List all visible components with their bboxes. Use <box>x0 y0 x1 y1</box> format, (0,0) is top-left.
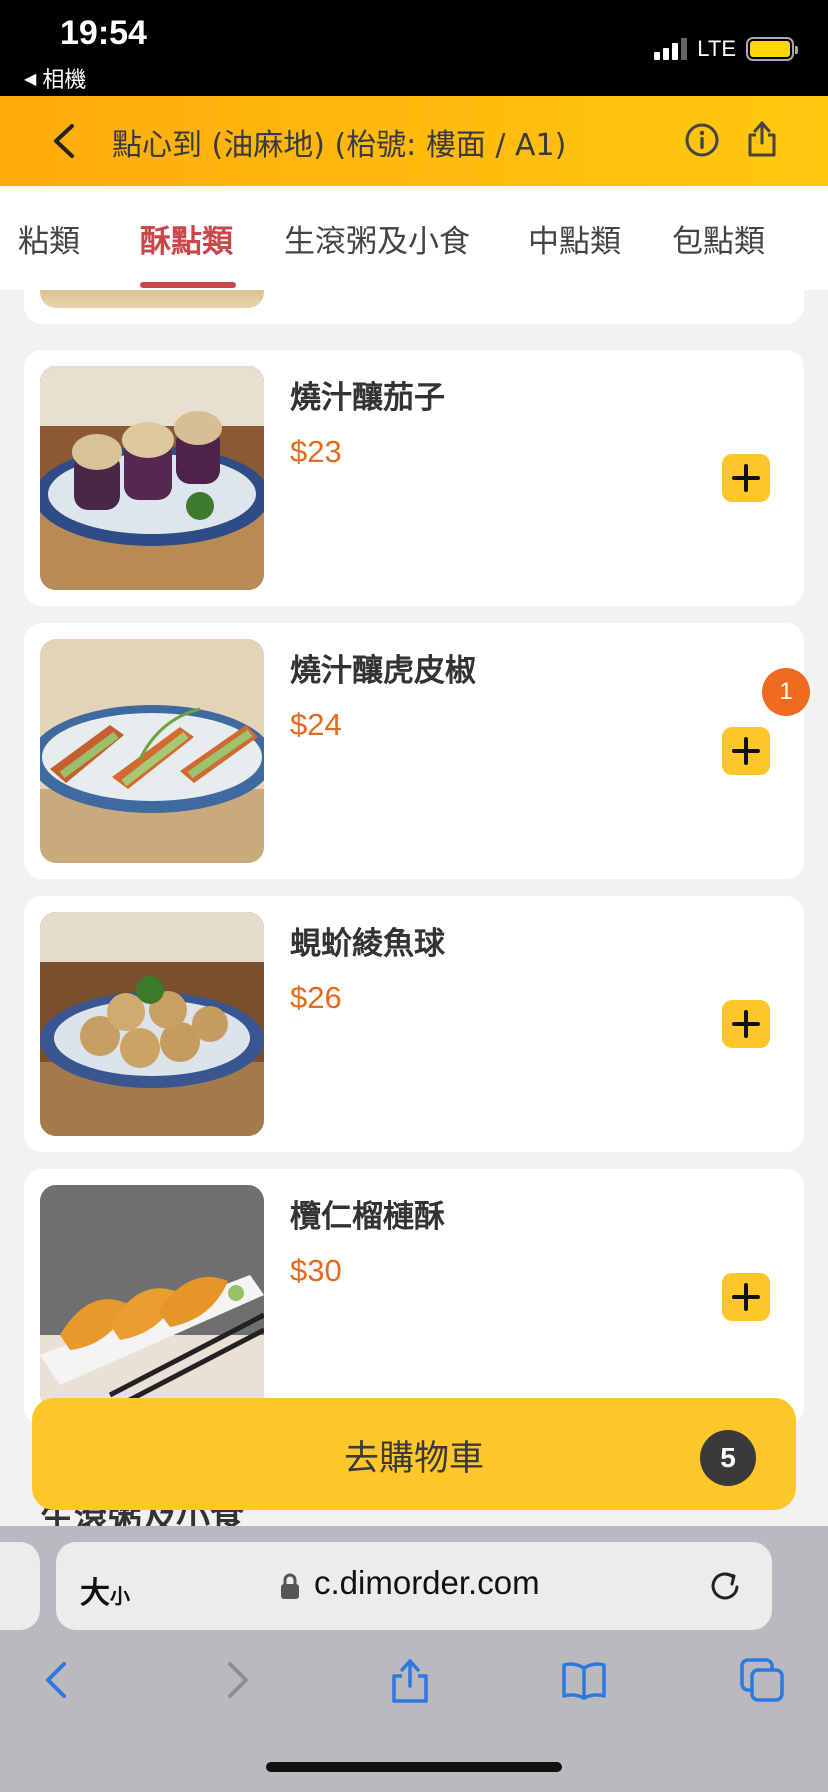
item-price: $23 <box>290 434 342 469</box>
cart-button-label: 去購物車 <box>343 1439 484 1479</box>
go-to-cart-button[interactable]: 去購物車 5 <box>32 1398 796 1510</box>
battery-icon <box>746 37 798 61</box>
back-to-app-link[interactable]: ◀ 相機 <box>24 62 86 94</box>
menu-item-card[interactable]: 蜆蚧綾魚球 $26 <box>24 896 804 1152</box>
lock-icon <box>281 1573 299 1599</box>
back-arrow-icon[interactable] <box>44 118 84 164</box>
menu-list[interactable]: 燒汁釀茄子 $23 燒汁釀虎皮椒 $24 1 蜆蚧綾魚球 $26 欖仁榴槤酥 $… <box>0 290 828 1526</box>
add-to-cart-button[interactable] <box>722 454 770 502</box>
home-indicator <box>266 1762 562 1772</box>
restaurant-header: 點心到 (油麻地) (枱號: 樓面 / A1) <box>0 96 828 186</box>
info-icon[interactable] <box>684 122 720 158</box>
share-icon[interactable] <box>744 118 780 158</box>
signal-strength-icon <box>654 38 688 60</box>
text-size-large-label: 大 <box>80 1576 110 1611</box>
text-size-button[interactable]: 大小 <box>80 1568 130 1612</box>
item-price: $26 <box>290 980 342 1015</box>
cart-count-badge: 5 <box>700 1430 756 1486</box>
address-bar[interactable]: 大小 c.dimorder.com <box>56 1542 772 1630</box>
add-to-cart-button[interactable] <box>722 727 770 775</box>
item-name: 燒汁釀虎皮椒 <box>290 653 476 689</box>
status-bar: 19:54 ◀ 相機 LTE <box>0 0 828 96</box>
item-name: 欖仁榴槤酥 <box>290 1199 445 1235</box>
network-type: LTE <box>697 36 736 61</box>
browser-share-icon[interactable] <box>386 1656 434 1704</box>
add-to-cart-button[interactable] <box>722 1273 770 1321</box>
url-text: c.dimorder.com <box>314 1564 540 1601</box>
text-size-small-label: 小 <box>110 1584 130 1608</box>
add-to-cart-button[interactable] <box>722 1000 770 1048</box>
status-time: 19:54 <box>60 14 147 52</box>
bookmarks-icon[interactable] <box>560 1656 608 1704</box>
browser-toolbar: 大小 c.dimorder.com <box>0 1526 828 1792</box>
active-tab-indicator <box>140 282 236 288</box>
status-indicators: LTE <box>654 36 798 62</box>
menu-item-card <box>24 290 804 324</box>
item-price: $24 <box>290 707 342 742</box>
previous-tab-preview[interactable] <box>0 1542 40 1630</box>
food-image <box>40 290 264 308</box>
tab-pastry[interactable]: 酥點類 <box>140 216 233 261</box>
back-to-app-label: 相機 <box>42 68 87 93</box>
menu-item-card[interactable]: 燒汁釀茄子 $23 <box>24 350 804 606</box>
tab-congee-snacks[interactable]: 生滾粥及小食 <box>284 216 470 261</box>
restaurant-title: 點心到 (油麻地) (枱號: 樓面 / A1) <box>112 128 567 163</box>
menu-item-card[interactable]: 燒汁釀虎皮椒 $24 <box>24 623 804 879</box>
item-price: $30 <box>290 1253 342 1288</box>
menu-item-card[interactable]: 欖仁榴槤酥 $30 <box>24 1169 804 1425</box>
reload-icon[interactable] <box>706 1566 746 1606</box>
tabs-overview-icon[interactable] <box>738 1656 786 1704</box>
tab-buns[interactable]: 包點類 <box>672 216 765 261</box>
food-image <box>40 912 264 1136</box>
food-image <box>40 639 264 863</box>
browser-forward-icon[interactable] <box>212 1656 260 1704</box>
item-name: 蜆蚧綾魚球 <box>290 926 445 962</box>
tab-medium-dimsum[interactable]: 中點類 <box>528 216 621 261</box>
back-triangle-icon: ◀ <box>24 68 37 88</box>
browser-back-icon[interactable] <box>34 1656 82 1704</box>
food-image <box>40 366 264 590</box>
food-image <box>40 1185 264 1409</box>
category-tabs: 粘類 酥點類 生滾粥及小食 中點類 包點類 <box>0 186 828 290</box>
tab-cake[interactable]: 粘類 <box>18 216 80 261</box>
item-quantity-badge: 1 <box>762 668 810 716</box>
item-name: 燒汁釀茄子 <box>290 380 445 416</box>
